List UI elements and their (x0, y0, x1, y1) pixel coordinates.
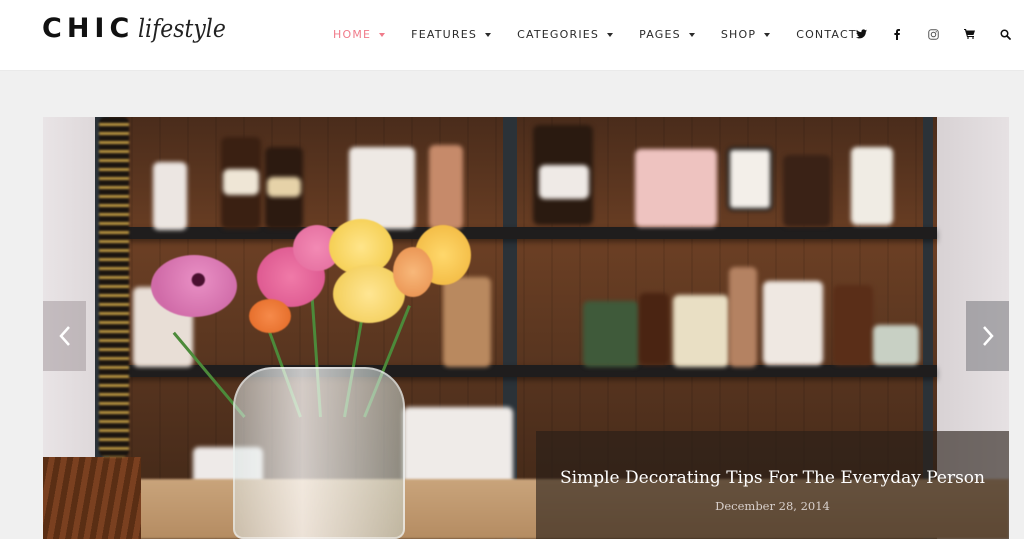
shelf-object (583, 301, 639, 367)
nav-item-shop[interactable]: SHOP (720, 27, 771, 41)
instagram-icon[interactable] (924, 25, 942, 43)
shelf-object (443, 277, 491, 367)
chevron-right-icon (982, 326, 994, 346)
nav-item-label: FEATURES (411, 27, 478, 41)
shelf-object (673, 295, 729, 367)
slide-date: December 28, 2014 (715, 499, 830, 513)
logo-sub-text: lifestyle (138, 14, 227, 43)
nav-item-contact[interactable]: CONTACT (796, 28, 857, 41)
orange-flower (249, 299, 291, 333)
slide-title[interactable]: Simple Decorating Tips For The Everyday … (536, 468, 1009, 488)
shelf-object (729, 267, 757, 367)
nav-item-label: PAGES (639, 27, 681, 41)
shelf-object (153, 162, 187, 230)
shelf (103, 365, 937, 377)
site-header: CHIC lifestyle HOME FEATURES CATEGORIES … (0, 0, 1024, 71)
chevron-left-icon (58, 326, 70, 346)
slider-prev-button[interactable] (43, 301, 86, 371)
featured-slider: Simple Decorating Tips For The Everyday … (43, 117, 1009, 539)
shelf-object (873, 325, 919, 365)
search-icon[interactable] (996, 25, 1014, 43)
shelf-object (223, 169, 259, 195)
nav-item-label: CATEGORIES (517, 27, 600, 41)
nav-item-label: SHOP (720, 27, 757, 41)
cart-icon[interactable] (960, 25, 978, 43)
main-nav: HOME FEATURES CATEGORIES PAGES SHOP CONT… (333, 25, 883, 43)
glass-jar-vase (233, 367, 405, 539)
nav-item-features[interactable]: FEATURES (411, 27, 492, 41)
shelf-object (429, 145, 463, 229)
shelf-object (349, 147, 415, 229)
wooden-crate (43, 457, 141, 539)
slide-caption: Simple Decorating Tips For The Everyday … (536, 431, 1009, 539)
caret-down-icon (607, 32, 614, 37)
shelf-object (763, 281, 823, 365)
header-icons (852, 25, 1014, 43)
shelf-object (635, 149, 717, 227)
logo-main-text: CHIC (42, 13, 135, 44)
orange-flower (393, 247, 433, 297)
shelf-object (833, 285, 873, 365)
shelf-object (851, 147, 893, 225)
shelf-object (539, 165, 589, 199)
shelf-object (639, 293, 669, 365)
nav-item-categories[interactable]: CATEGORIES (517, 27, 614, 41)
caret-down-icon (485, 32, 492, 37)
caret-down-icon (379, 32, 386, 37)
shelf-object (783, 155, 831, 227)
nav-item-pages[interactable]: PAGES (639, 28, 695, 41)
shelf-object (727, 147, 773, 211)
caret-down-icon (764, 32, 771, 37)
hanging-beads (99, 117, 129, 457)
nav-item-label: CONTACT (796, 27, 857, 41)
site-logo[interactable]: CHIC lifestyle (42, 13, 238, 53)
caret-down-icon (688, 32, 695, 37)
slider-next-button[interactable] (966, 301, 1009, 371)
facebook-icon[interactable] (888, 25, 906, 43)
pink-flower (151, 255, 237, 317)
shelf-object (267, 177, 301, 197)
twitter-icon[interactable] (852, 25, 870, 43)
nav-item-home[interactable]: HOME (333, 27, 386, 41)
nav-item-label: HOME (333, 27, 372, 41)
